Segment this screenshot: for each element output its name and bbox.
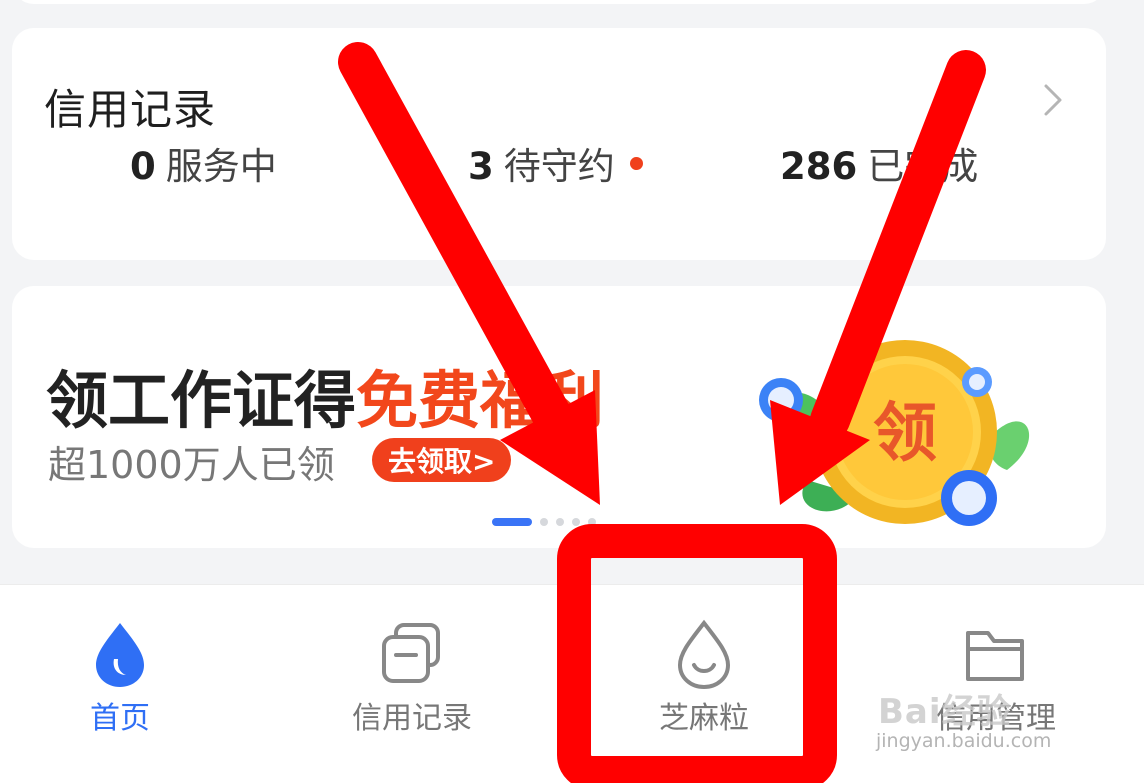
tab-label: 芝麻粒 [659,701,749,736]
stat-label: 服务中 [165,145,277,188]
tab-sesame-grain[interactable]: 芝麻粒 [604,585,804,745]
folder-icon [966,631,1024,681]
stat-number: 0 [130,145,156,188]
banner-subtitle: 超1000万人已领 [48,443,335,487]
watermark-brand: Bai经验 [878,692,1012,732]
previous-card-edge [12,0,1106,4]
stat-in-service[interactable]: 0 服务中 [130,136,277,190]
stat-pending[interactable]: 3 待守约 [468,136,615,190]
stat-label: 已完成 [867,145,979,188]
credit-record-title: 信用记录 [44,85,217,134]
carousel-dot [588,518,596,526]
drop-outline-icon [677,619,731,689]
stat-label: 待守约 [503,145,615,188]
banner-title-highlight: 免费福利 [356,364,605,437]
carousel-dot [540,518,548,526]
drop-filled-icon [96,623,144,687]
carousel-dot-active [492,518,532,526]
stat-completed[interactable]: 286 已完成 [780,136,978,190]
carousel-dot [556,518,564,526]
cards-icon [382,623,440,683]
carousel-indicator [492,518,596,526]
tab-home[interactable]: 首页 [20,585,220,745]
notification-dot [630,157,643,170]
coin-text: 领 [873,397,937,471]
tab-label: 信用记录 [352,701,472,736]
stat-number: 3 [468,145,494,188]
banner-title: 领工作证得免费福利 [46,350,604,440]
watermark-url: jingyan.baidu.com [876,730,1052,752]
chevron-right-icon[interactable] [1034,80,1074,120]
promo-banner[interactable]: 领工作证得免费福利 超1000万人已领 去领取> 领 [12,286,1106,548]
carousel-dot [572,518,580,526]
gold-coin-illustration: 领 [759,340,1030,526]
claim-button[interactable]: 去领取> [372,438,512,482]
tab-credit-record[interactable]: 信用记录 [312,585,512,745]
stat-number: 286 [780,145,858,188]
banner-title-main: 领工作证得 [46,364,357,437]
tab-label: 首页 [90,701,150,736]
